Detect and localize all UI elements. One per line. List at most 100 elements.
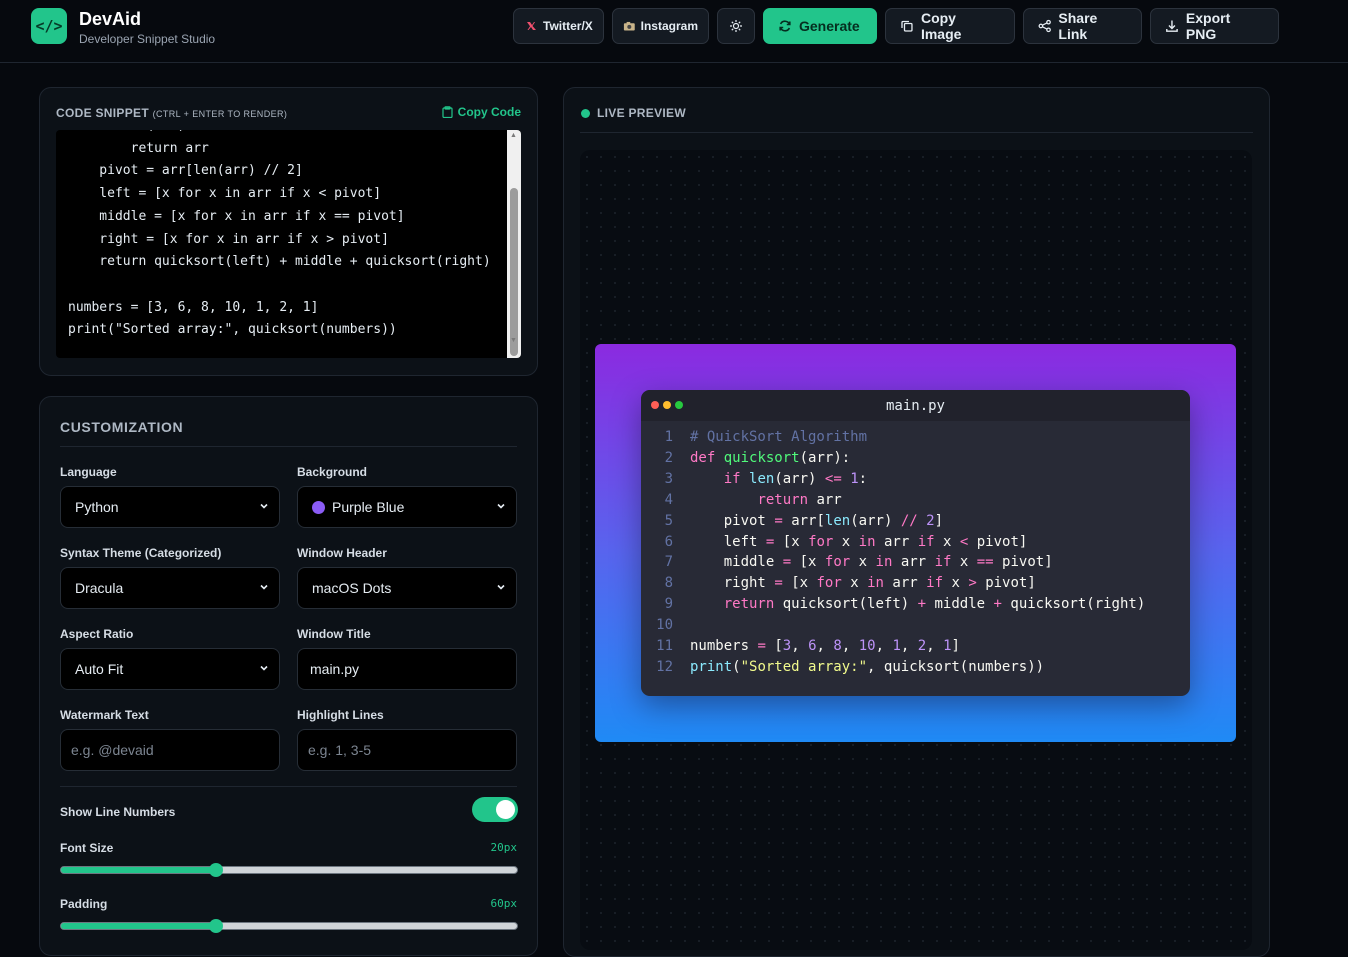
watermark-placeholder[interactable]: e.g. @devaid: [71, 742, 154, 758]
refresh-icon: [779, 20, 791, 32]
line-numbers-label: Show Line Numbers: [60, 805, 176, 819]
share-icon: [1038, 19, 1051, 33]
toggle-knob: [496, 800, 515, 819]
scroll-up-icon[interactable]: ▲: [510, 132, 517, 139]
padding-slider[interactable]: [60, 919, 518, 933]
share-link-label: Share Link: [1058, 10, 1098, 42]
sun-icon: [730, 20, 742, 32]
divider: [60, 786, 517, 787]
syntax-theme-select[interactable]: Dracula: [60, 567, 280, 609]
theme-toggle-button[interactable]: [717, 8, 755, 44]
line-number: 1: [664, 429, 673, 445]
code-editor[interactable]: if len(arr) <= 1: return arr pivot = arr…: [56, 130, 521, 358]
syntax-theme-label: Syntax Theme (Categorized): [60, 546, 222, 560]
chevron-down-icon: [260, 503, 268, 509]
watermark-input[interactable]: e.g. @devaid: [60, 729, 280, 771]
line-number: 9: [664, 596, 673, 613]
line-number: 2: [664, 449, 673, 466]
chevron-down-icon: [497, 503, 505, 509]
line-numbers-toggle[interactable]: [472, 797, 518, 822]
background-select[interactable]: Purple Blue: [297, 486, 517, 528]
camera-icon: [623, 21, 635, 31]
code-line: 12 print("Sorted array:", quicksort(numbe…: [641, 657, 1145, 678]
code-line: 8 right = [x for x in arr if x > pivot]: [641, 573, 1145, 594]
top-bar: </> DevAid Developer Snippet Studio Twit…: [0, 0, 1348, 63]
line-number: 6: [664, 533, 673, 550]
scrollbar-thumb[interactable]: [510, 188, 518, 356]
customization-title: CUSTOMIZATION: [60, 419, 184, 435]
font-size-label: Font Size: [60, 841, 114, 855]
code-panel-title: CODE SNIPPET (CTRL + ENTER TO RENDER): [56, 106, 287, 120]
window-header: main.py: [641, 390, 1190, 421]
live-preview-title: LIVE PREVIEW: [597, 106, 686, 120]
logo-icon: </>: [31, 8, 67, 44]
line-number: 12: [656, 658, 673, 675]
code-line: 10: [641, 615, 1145, 636]
code-window: main.py 1 # QuickSort Algorithm 2 def quick…: [641, 390, 1190, 696]
code-line: 2 def quicksort(arr):: [641, 448, 1145, 469]
line-number: 4: [664, 491, 673, 508]
font-size-value: 20px: [490, 841, 518, 854]
aspect-ratio-value: Auto Fit: [75, 661, 124, 677]
code-line: 1 # QuickSort Algorithm: [641, 427, 1145, 448]
language-select[interactable]: Python: [60, 486, 280, 528]
code-line: 3 if len(arr) <= 1:: [641, 469, 1145, 490]
font-size-slider[interactable]: [60, 863, 518, 877]
code-line: 11 numbers = [3, 6, 8, 10, 1, 2, 1]: [641, 636, 1145, 657]
syntax-theme-value: Dracula: [75, 580, 124, 596]
aspect-ratio-select[interactable]: Auto Fit: [60, 648, 280, 690]
line-number: 3: [664, 470, 673, 487]
customization-panel: CUSTOMIZATION Language Python Background…: [39, 396, 538, 956]
copy-code-label: Copy Code: [457, 105, 521, 119]
code-line: 6 left = [x for x in arr if x < pivot]: [641, 532, 1145, 553]
instagram-label: Instagram: [640, 19, 698, 33]
clipboard-icon: [442, 106, 453, 118]
window-header-select[interactable]: macOS Dots: [297, 567, 517, 609]
code-editor-text[interactable]: if len(arr) <= 1: return arr pivot = arr…: [68, 130, 491, 342]
padding-label: Padding: [60, 897, 108, 911]
chevron-down-icon: [497, 584, 505, 590]
padding-value: 60px: [490, 897, 518, 910]
chevron-down-icon: [260, 584, 268, 590]
divider: [60, 446, 517, 447]
code-line: 7 middle = [x for x in arr if x == pivot…: [641, 552, 1145, 573]
code-line: 4 return arr: [641, 490, 1145, 511]
export-png-button[interactable]: Export PNG: [1150, 8, 1279, 44]
window-title: main.py: [885, 398, 945, 414]
live-status-dot: [581, 109, 590, 118]
line-number: 8: [664, 575, 673, 592]
scroll-down-icon[interactable]: ▼: [510, 337, 517, 344]
window-title-label: Window Title: [297, 627, 371, 641]
instagram-button[interactable]: Instagram: [612, 8, 709, 44]
line-number: 10: [656, 617, 673, 634]
highlight-lines-placeholder[interactable]: e.g. 1, 3-5: [308, 742, 371, 758]
line-number: 7: [664, 554, 673, 571]
window-title-input[interactable]: main.py: [297, 648, 517, 690]
app-name: DevAid: [79, 9, 142, 29]
background-value: Purple Blue: [332, 499, 405, 515]
padding-thumb[interactable]: [209, 919, 224, 933]
aspect-ratio-label: Aspect Ratio: [60, 627, 134, 641]
highlight-lines-input[interactable]: e.g. 1, 3-5: [297, 729, 517, 771]
font-size-thumb[interactable]: [209, 863, 224, 877]
line-number: 11: [656, 638, 673, 655]
copy-image-button[interactable]: Copy Image: [885, 8, 1015, 44]
editor-scrollbar[interactable]: ▲ ▼: [507, 130, 521, 358]
generate-label: Generate: [799, 18, 860, 34]
code-line: 9 return quicksort(left) + middle + quic…: [641, 594, 1146, 615]
twitter-icon: [527, 22, 536, 30]
window-title-value[interactable]: main.py: [310, 661, 359, 677]
twitter-label: Twitter/X: [543, 19, 593, 33]
generate-button[interactable]: Generate: [763, 8, 877, 44]
window-header-value: macOS Dots: [312, 580, 392, 596]
code-snippet-panel: CODE SNIPPET (CTRL + ENTER TO RENDER) Co…: [39, 87, 538, 376]
background-swatch: [312, 500, 325, 514]
copy-icon: [901, 20, 913, 32]
copy-code-button[interactable]: Copy Code: [442, 105, 521, 119]
twitter-button[interactable]: Twitter/X: [513, 8, 604, 44]
background-label: Background: [297, 465, 368, 479]
highlight-lines-label: Highlight Lines: [297, 708, 384, 722]
share-link-button[interactable]: Share Link: [1023, 8, 1142, 44]
snippet-image: main.py 1 # QuickSort Algorithm 2 def quick…: [595, 344, 1236, 742]
code-panel-hint: (CTRL + ENTER TO RENDER): [152, 109, 288, 119]
